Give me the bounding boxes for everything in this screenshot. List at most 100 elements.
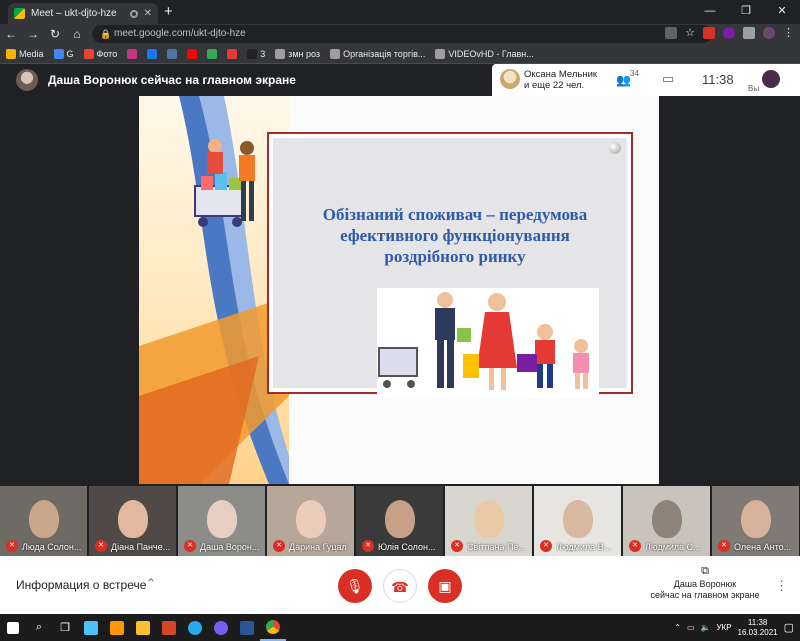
bookmark-item[interactable] [227, 48, 238, 59]
app-telegram-icon[interactable] [182, 614, 208, 641]
new-tab-button[interactable]: + [164, 3, 173, 20]
participant-name: Люда Солон... [22, 542, 82, 552]
presenter-banner: Даша Воронюк сейчас на главном экране [48, 73, 296, 87]
app-chrome-icon[interactable] [260, 614, 286, 641]
bookmark-label: Фото [96, 48, 118, 59]
bookmark-favicon-icon [247, 48, 258, 59]
bookmark-item[interactable]: G [53, 48, 74, 59]
forward-icon[interactable]: → [22, 27, 44, 41]
bookmark-item[interactable]: 3 [247, 48, 266, 59]
bookmark-item[interactable]: Організація торгів... [330, 48, 425, 59]
task-view-icon[interactable]: ❐ [52, 614, 78, 641]
mic-off-button[interactable]: 🎙 [338, 569, 372, 603]
bookmark-item[interactable] [167, 48, 178, 59]
participant-tile[interactable]: ✕ Людмила В... [534, 486, 621, 556]
bookmark-favicon-icon [187, 48, 198, 59]
tray-chevron-icon[interactable]: ⌃ [674, 623, 681, 632]
presenting-button[interactable]: ⧉ Даша Воронюк сейчас на главном экране [640, 566, 770, 601]
tab-close-icon[interactable]: ✕ [144, 8, 152, 19]
app-powerpoint-icon[interactable] [156, 614, 182, 641]
home-icon[interactable]: ⌂ [66, 27, 88, 41]
participant-video [384, 500, 415, 538]
app-word-icon[interactable] [234, 614, 260, 641]
muted-mic-icon: ✕ [6, 540, 18, 552]
bookmark-favicon-icon [147, 48, 158, 59]
minimize-button[interactable]: — [692, 0, 728, 22]
address-bar[interactable]: 🔒 meet.google.com/ukt-djto-hze [92, 25, 712, 43]
close-window-button[interactable]: ✕ [764, 0, 800, 22]
volume-icon[interactable]: 🔈 [701, 623, 711, 632]
network-icon[interactable]: ▭ [687, 623, 695, 632]
more-options-icon[interactable]: ⋮ [775, 578, 788, 594]
app-viber-icon[interactable] [208, 614, 234, 641]
reload-icon[interactable]: ↻ [44, 27, 66, 41]
presenting-line2: сейчас на главном экране [650, 590, 760, 600]
participant-name: Світлана Пе... [467, 542, 526, 552]
leave-call-button[interactable]: ☎ [383, 569, 417, 603]
active-speaker-avatar [500, 69, 520, 89]
presenter-avatar [16, 69, 38, 91]
star-icon[interactable]: ☆ [685, 27, 695, 39]
participant-tile[interactable]: ✕ Світлана Пе... [445, 486, 532, 556]
participant-video [651, 500, 682, 538]
back-icon[interactable]: ← [0, 27, 22, 41]
participant-video [473, 500, 504, 538]
bookmark-favicon-icon [227, 48, 238, 59]
chevron-up-icon[interactable]: ⌃ [146, 576, 156, 590]
bookmark-favicon-icon [167, 48, 178, 59]
muted-mic-icon: ✕ [273, 540, 285, 552]
language-indicator[interactable]: УКР [716, 623, 731, 632]
bookmark-item[interactable] [147, 48, 158, 59]
participant-tile[interactable]: ✕ Люда Солон... [0, 486, 87, 556]
bookmark-item[interactable] [187, 48, 198, 59]
slide-content-panel: Обізнаний споживач – передумова ефективн… [273, 138, 627, 398]
search-icon[interactable]: ⌕ [26, 614, 52, 641]
notifications-icon[interactable]: ▢ [784, 621, 794, 634]
camera-indicator-icon[interactable] [665, 27, 678, 39]
participant-tile[interactable]: ✕ Дарина Гуцал [267, 486, 354, 556]
bookmark-item[interactable] [207, 48, 218, 59]
browser-tab-meet[interactable]: Meet – ukt-djto-hze ✕ [8, 3, 158, 24]
camera-off-icon: ▣ [438, 578, 452, 594]
participant-tile[interactable]: ✕ Людмила С... [623, 486, 710, 556]
app-explorer-icon[interactable] [130, 614, 156, 641]
bookmark-favicon-icon [127, 48, 138, 59]
people-icon[interactable]: 👥 [616, 73, 631, 87]
menu-dots-icon[interactable]: ⋮ [783, 27, 794, 39]
camera-off-button[interactable]: ▣ [428, 569, 462, 603]
taskbar-clock[interactable]: 11:38 16.03.2021 [738, 618, 778, 638]
restore-button[interactable]: ❐ [728, 0, 764, 22]
bookmark-item[interactable] [127, 48, 138, 59]
bookmark-label: VIDEOvHD - Главн... [448, 48, 534, 59]
extension-purple-icon[interactable] [723, 27, 735, 39]
recording-indicator-icon [129, 9, 138, 18]
taskbar-date: 16.03.2021 [737, 627, 778, 637]
puzzle-icon[interactable] [743, 27, 755, 39]
bookmark-label: змн роз [288, 48, 321, 59]
chat-icon[interactable]: ▭ [662, 71, 674, 87]
participant-video [206, 500, 237, 538]
bookmark-label: 3 [260, 48, 266, 59]
app-paint-icon[interactable] [78, 614, 104, 641]
self-label: Вы [748, 84, 760, 93]
participant-tile[interactable]: ✕ Даша Ворон... [178, 486, 265, 556]
participants-strip: ✕ Люда Солон... ✕ Діана Панче... ✕ Даша Ворон… [0, 486, 800, 556]
meeting-info-button[interactable]: Информация о встрече [16, 578, 146, 592]
bookmark-item[interactable]: Фото [83, 48, 118, 59]
app-vlc-icon[interactable] [104, 614, 130, 641]
participant-tile[interactable]: ✕ Діана Панче... [89, 486, 176, 556]
bookmark-item[interactable]: VIDEOvHD - Главн... [435, 48, 534, 59]
participant-video [740, 500, 771, 538]
bookmark-item[interactable]: Media [6, 48, 44, 59]
meet-favicon-icon [14, 8, 25, 19]
participant-count: 34 [630, 69, 639, 78]
adblock-icon[interactable] [703, 27, 715, 39]
windows-start-button[interactable] [0, 614, 26, 641]
participant-name: Олена Анто... [734, 542, 792, 552]
participant-tile[interactable]: ✕ Олена Анто... [712, 486, 799, 556]
participant-tile[interactable]: ✕ Юлія Солон... [356, 486, 443, 556]
profile-avatar-icon[interactable] [763, 27, 775, 39]
muted-mic-icon: ✕ [451, 540, 463, 552]
bookmark-item[interactable]: змн роз [275, 48, 321, 59]
active-speaker-name: Оксана Мельник [524, 69, 598, 80]
